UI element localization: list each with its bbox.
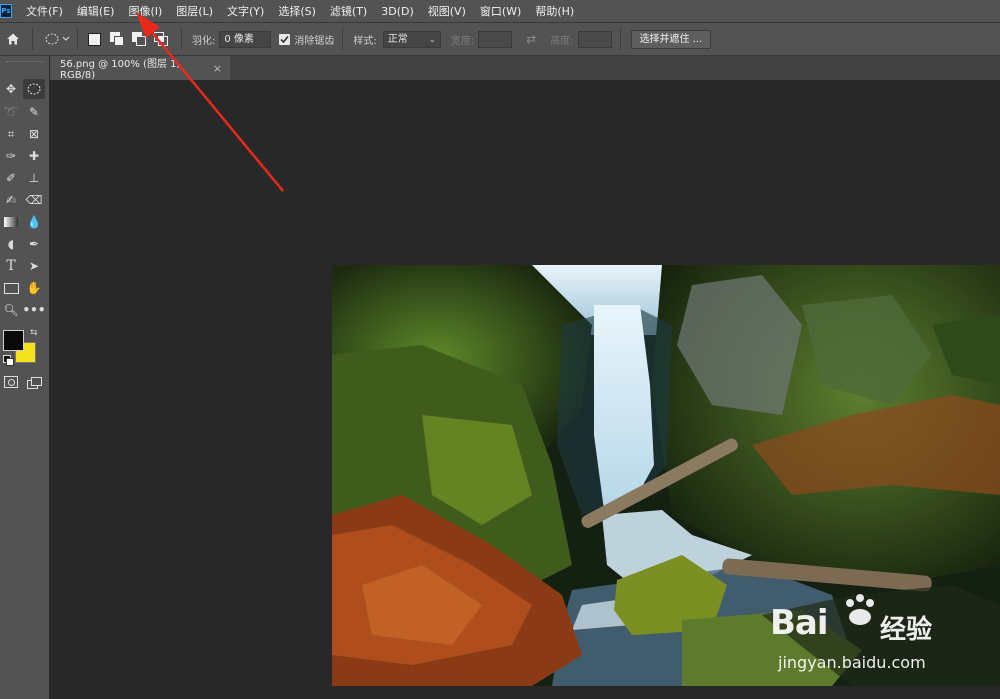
- path-selection-tool-icon[interactable]: ➤: [23, 256, 45, 276]
- select-and-mask-button[interactable]: 选择并遮住 ...: [630, 29, 712, 49]
- eraser-tool-icon[interactable]: ⌫: [23, 190, 45, 210]
- home-icon[interactable]: [6, 32, 20, 46]
- menu-window[interactable]: 窗口(W): [480, 3, 521, 19]
- menu-edit[interactable]: 编辑(E): [77, 3, 115, 19]
- photoshop-logo: Ps: [0, 4, 12, 18]
- width-input[interactable]: [478, 30, 513, 48]
- feather-input[interactable]: 0 像素: [219, 30, 272, 48]
- feather-label: 羽化:: [192, 35, 216, 47]
- brush-tool-icon[interactable]: ✐: [0, 168, 22, 188]
- swap-width-height-icon[interactable]: ⇄: [526, 32, 536, 46]
- swap-colors-icon[interactable]: ⇆: [30, 328, 38, 338]
- menu-3d[interactable]: 3D(D): [381, 5, 414, 18]
- chevron-down-icon: ⌄: [429, 34, 436, 44]
- menu-help[interactable]: 帮助(H): [535, 3, 574, 19]
- baidu-watermark-brand: Bai: [770, 603, 829, 643]
- document-tab-title: 56.png @ 100% (图层 1, RGB/8): [60, 59, 180, 81]
- menu-image[interactable]: 图像(I): [128, 3, 162, 19]
- document-tab[interactable]: 56.png @ 100% (图层 1, RGB/8) ×: [50, 56, 230, 81]
- watermark-brand-suffix: 经验: [880, 615, 933, 645]
- rectangle-tool-icon[interactable]: [0, 278, 22, 298]
- antialias-label: 消除锯齿: [294, 35, 335, 47]
- options-bar: 羽化: 0 像素 消除锯齿 样式: 正常 ⌄ 宽度: ⇄ 高度: 选择并遮住 .…: [0, 22, 1000, 56]
- menu-select[interactable]: 选择(S): [278, 3, 316, 19]
- quick-mask-icon[interactable]: [0, 372, 22, 392]
- foreground-color-swatch[interactable]: [3, 330, 24, 351]
- default-colors-icon[interactable]: [3, 355, 14, 366]
- menu-filter[interactable]: 滤镜(T): [330, 3, 367, 19]
- eyedropper-tool-icon[interactable]: ✑: [0, 146, 22, 166]
- style-select-value: 正常: [387, 33, 408, 45]
- close-icon[interactable]: ×: [213, 62, 222, 75]
- menu-layer[interactable]: 图层(L): [176, 3, 213, 19]
- subtract-from-selection-icon[interactable]: [132, 32, 147, 46]
- type-tool-icon[interactable]: T: [0, 256, 22, 276]
- height-label: 高度:: [550, 35, 574, 47]
- elliptical-marquee-tool-icon[interactable]: [23, 79, 45, 99]
- more-tools-icon[interactable]: •••: [23, 300, 46, 320]
- gradient-tool-icon[interactable]: [0, 212, 22, 232]
- crop-tool-icon[interactable]: ⌗: [0, 124, 22, 144]
- tools-panel: ✥ ➰ ✎ ⌗ ⊠ ✑ ✚ ✐ ⊥ ✍ ⌫ 💧 ◖ ✒ T ➤ ✋ 🔍︎ •••…: [0, 56, 50, 699]
- document-image[interactable]: Bai 经验 jingyan.baidu.com: [332, 265, 1000, 686]
- elliptical-marquee-preset-icon[interactable]: [45, 32, 71, 46]
- menu-file[interactable]: 文件(F): [26, 3, 63, 19]
- move-tool-icon[interactable]: ✥: [0, 79, 22, 99]
- height-input[interactable]: [577, 30, 612, 48]
- panel-grip[interactable]: [6, 61, 44, 64]
- screen-mode-icon[interactable]: [23, 372, 45, 392]
- zoom-tool-icon[interactable]: 🔍︎: [0, 300, 22, 320]
- healing-brush-tool-icon[interactable]: ✚: [23, 146, 45, 166]
- watermark-url: jingyan.baidu.com: [778, 653, 926, 672]
- width-label: 宽度:: [450, 35, 475, 47]
- frame-tool-icon[interactable]: ⊠: [23, 124, 45, 144]
- new-selection-icon[interactable]: [88, 32, 101, 46]
- antialias-checkbox[interactable]: [279, 33, 291, 45]
- quick-selection-tool-icon[interactable]: ✎: [23, 102, 45, 122]
- history-brush-tool-icon[interactable]: ✍: [0, 190, 22, 210]
- pen-tool-icon[interactable]: ✒: [23, 234, 45, 254]
- clone-stamp-tool-icon[interactable]: ⊥: [23, 168, 45, 188]
- dodge-tool-icon[interactable]: ◖: [0, 234, 22, 254]
- watermark-brand-text: Bai: [770, 603, 829, 643]
- intersect-selection-icon[interactable]: [154, 32, 169, 46]
- add-to-selection-icon[interactable]: [110, 32, 125, 46]
- menu-bar: Ps 文件(F) 编辑(E) 图像(I) 图层(L) 文字(Y) 选择(S) 滤…: [0, 0, 1000, 22]
- lasso-tool-icon[interactable]: ➰: [0, 102, 22, 122]
- hand-tool-icon[interactable]: ✋: [23, 278, 45, 298]
- style-select[interactable]: 正常 ⌄: [382, 30, 441, 48]
- style-label: 样式:: [353, 35, 377, 47]
- document-tab-bar: 56.png @ 100% (图层 1, RGB/8) ×: [50, 56, 1000, 81]
- blur-tool-icon[interactable]: 💧: [23, 212, 45, 232]
- menu-view[interactable]: 视图(V): [428, 3, 466, 19]
- menu-type[interactable]: 文字(Y): [227, 3, 264, 19]
